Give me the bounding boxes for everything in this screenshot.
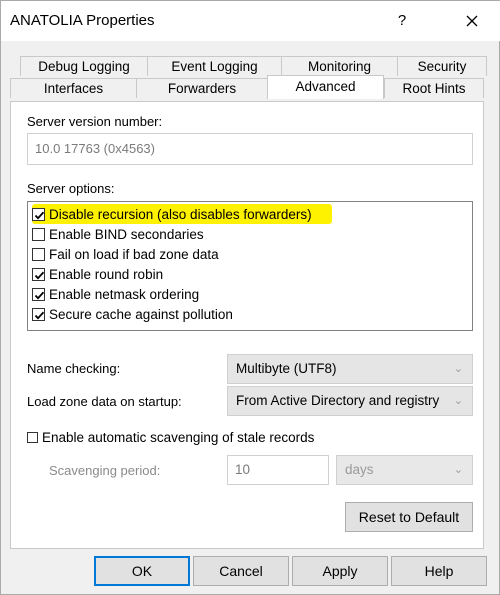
option-netmask-ordering[interactable]: Enable netmask ordering — [32, 284, 199, 304]
ok-button[interactable]: OK — [94, 556, 190, 586]
chevron-down-icon: ⌄ — [453, 363, 463, 375]
close-button[interactable] — [457, 9, 487, 33]
tab-debug-logging[interactable]: Debug Logging — [20, 56, 147, 76]
check-icon — [34, 271, 45, 280]
apply-button[interactable]: Apply — [292, 556, 388, 586]
scavenging-label: Enable automatic scavenging of stale rec… — [42, 429, 315, 445]
help-title-button[interactable]: ? — [387, 9, 417, 33]
tab-root-hints[interactable]: Root Hints — [384, 78, 484, 98]
scavenging-period-label: Scavenging period: — [49, 463, 161, 478]
checkbox[interactable] — [32, 207, 45, 221]
checkbox[interactable] — [32, 287, 45, 301]
title-bar: ANATOLIA Properties ? — [1, 1, 500, 41]
scavenging-option[interactable]: Enable automatic scavenging of stale rec… — [27, 427, 314, 447]
advanced-panel: Server version number: 10.0 17763 (0x456… — [10, 101, 484, 549]
option-secure-cache[interactable]: Secure cache against pollution — [32, 304, 233, 324]
checkbox[interactable] — [32, 227, 45, 241]
scavenging-unit-dropdown[interactable]: days ⌄ — [336, 455, 473, 485]
scavenging-period-input[interactable]: 10 — [227, 455, 329, 485]
checkbox[interactable] — [32, 267, 45, 281]
name-checking-dropdown[interactable]: Multibyte (UTF8) ⌄ — [227, 354, 473, 384]
tab-forwarders[interactable]: Forwarders — [136, 78, 267, 98]
option-fail-on-load[interactable]: Fail on load if bad zone data — [32, 244, 219, 264]
help-button[interactable]: Help — [391, 556, 487, 586]
tab-security[interactable]: Security — [397, 56, 487, 76]
properties-dialog: ANATOLIA Properties ? Debug Logging Even… — [0, 0, 500, 595]
load-zone-dropdown[interactable]: From Active Directory and registry ⌄ — [227, 386, 473, 416]
scavenging-unit-value: days — [345, 462, 374, 477]
close-icon — [466, 15, 478, 27]
check-icon — [34, 291, 45, 300]
option-label: Disable recursion (also disables forward… — [49, 206, 312, 222]
server-version-label: Server version number: — [27, 114, 163, 129]
checkbox[interactable] — [32, 307, 45, 321]
tab-advanced[interactable]: Advanced — [267, 75, 384, 99]
load-zone-value: From Active Directory and registry — [236, 393, 440, 408]
check-icon — [34, 211, 45, 220]
scavenging-checkbox[interactable] — [27, 431, 38, 443]
check-icon — [34, 311, 45, 320]
option-disable-recursion[interactable]: Disable recursion (also disables forward… — [32, 204, 332, 224]
cancel-button[interactable]: Cancel — [193, 556, 289, 586]
option-enable-bind-secondaries[interactable]: Enable BIND secondaries — [32, 224, 204, 244]
name-checking-label: Name checking: — [27, 361, 121, 376]
server-options-label: Server options: — [27, 181, 115, 196]
chevron-down-icon: ⌄ — [453, 395, 463, 407]
checkbox[interactable] — [32, 247, 45, 261]
tab-monitoring[interactable]: Monitoring — [281, 56, 397, 76]
chevron-down-icon: ⌄ — [453, 464, 463, 476]
option-label: Enable BIND secondaries — [49, 226, 204, 242]
option-label: Fail on load if bad zone data — [49, 246, 219, 262]
option-round-robin[interactable]: Enable round robin — [32, 264, 163, 284]
server-version-field[interactable]: 10.0 17763 (0x4563) — [27, 133, 473, 165]
window-title: ANATOLIA Properties — [10, 12, 155, 29]
option-label: Secure cache against pollution — [49, 306, 233, 322]
tab-interfaces[interactable]: Interfaces — [10, 78, 136, 98]
load-zone-label: Load zone data on startup: — [27, 394, 182, 409]
tab-event-logging[interactable]: Event Logging — [147, 56, 281, 76]
option-label: Enable round robin — [49, 266, 164, 282]
server-options-list[interactable]: Disable recursion (also disables forward… — [27, 201, 473, 331]
name-checking-value: Multibyte (UTF8) — [236, 361, 337, 376]
reset-to-default-button[interactable]: Reset to Default — [345, 502, 473, 532]
option-label: Enable netmask ordering — [49, 286, 200, 302]
